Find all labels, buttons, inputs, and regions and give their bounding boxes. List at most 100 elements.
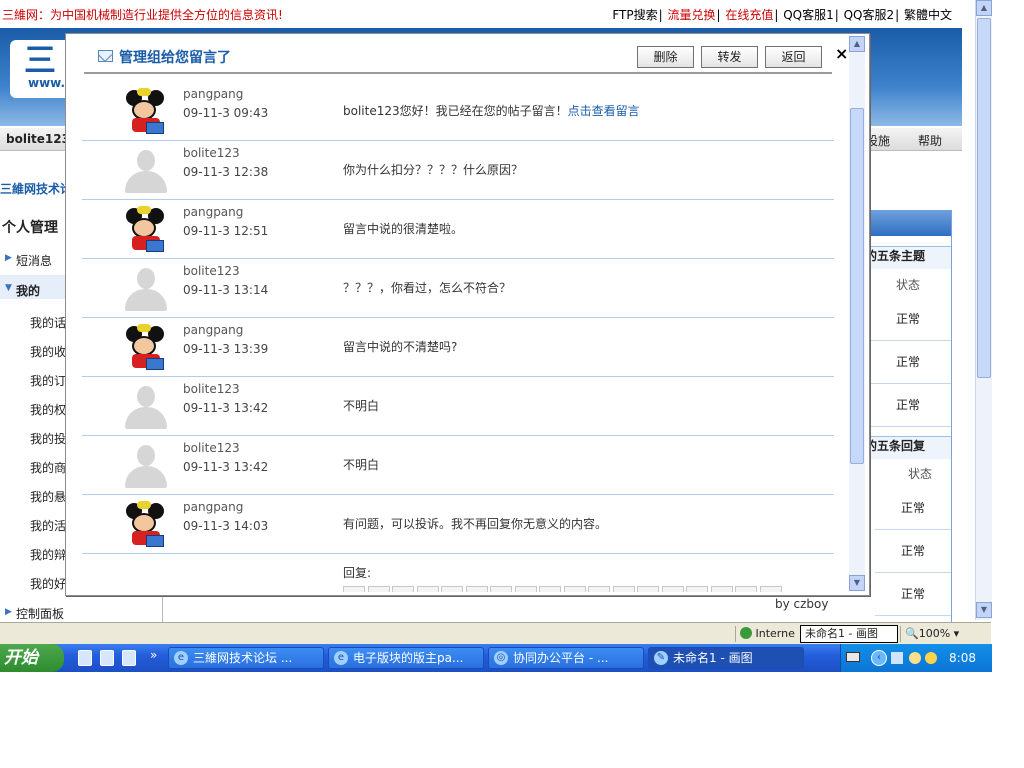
nav-help[interactable]: 帮助 [918, 132, 942, 149]
message-author[interactable]: bolite123 [183, 146, 240, 160]
back-button[interactable]: 返回 [765, 46, 822, 68]
editor-tool-button[interactable] [735, 586, 757, 592]
clock[interactable]: 8:08 [949, 651, 976, 665]
sidebar-item-messages[interactable]: 短消息 [16, 252, 52, 269]
task-window-office[interactable]: ◎ 协同办公平台 - ... [488, 647, 644, 669]
zoom-level[interactable]: 🔍100% ▾ [900, 626, 973, 642]
sidebar-subitem[interactable]: 我的话 [30, 314, 66, 331]
delete-button[interactable]: 删除 [637, 46, 694, 68]
editor-tool-button[interactable] [759, 586, 782, 592]
editor-tool-button[interactable] [392, 586, 414, 592]
message-author[interactable]: pangpang [183, 87, 243, 101]
task-window-paint[interactable]: ✎ 未命名1 - 画图 [648, 647, 804, 669]
editor-tool-button[interactable] [367, 586, 390, 592]
editor-tool-button[interactable] [710, 586, 733, 592]
network-icon[interactable] [891, 652, 903, 664]
message-author[interactable]: bolite123 [183, 382, 240, 396]
message-list: pangpang 09-11-3 09:43 bolite123您好！我已经在您的帖… [82, 82, 834, 592]
scroll-up-icon[interactable]: ▲ [976, 0, 992, 16]
message-time: 09-11-3 12:51 [183, 224, 269, 238]
sidebar-subitem[interactable]: 我的权 [30, 401, 66, 418]
dialog-title: 管理组给您留言了 [119, 50, 231, 66]
tray-expand-icon[interactable]: ‹ [871, 650, 887, 666]
quicklaunch-icon[interactable] [78, 650, 92, 666]
scroll-up-icon[interactable]: ▲ [849, 36, 865, 52]
quicklaunch-icon[interactable] [100, 650, 114, 666]
breadcrumb[interactable]: 三維网技术论 [0, 180, 72, 197]
sidebar-subitem[interactable]: 我的辩 [30, 546, 66, 563]
sidebar-subitem[interactable]: 我的商 [30, 459, 66, 476]
sidebar-subitem[interactable]: 我的好 [30, 575, 66, 592]
message-content: bolite123您好！我已经在您的帖子留言！点击查看留言 [343, 102, 640, 119]
user-avatar-icon [122, 265, 170, 313]
site-logo[interactable]: 三 www. [10, 40, 70, 98]
message-time: 09-11-3 13:42 [183, 401, 269, 415]
message-author[interactable]: pangpang [183, 205, 243, 219]
forward-button[interactable]: 转发 [701, 46, 758, 68]
sidebar-subitem[interactable]: 我的收 [30, 343, 66, 360]
message-content: 你为什么扣分？？？？什么原因？ [343, 161, 523, 178]
sidebar-item-mine[interactable]: 我的 [16, 282, 40, 299]
dialog-scroll-thumb[interactable] [850, 108, 864, 464]
sidebar-subitem[interactable]: 我的活 [30, 517, 66, 534]
link-qq1[interactable]: QQ客服1 [783, 8, 834, 22]
editor-tool-button[interactable] [514, 586, 537, 592]
message-dialog: 管理组给您留言了 删除 转发 返回 × pangpang 09-11-3 09:4… [65, 33, 870, 596]
editor-tool-button[interactable] [465, 586, 488, 592]
link-traditional[interactable]: 繁體中文 [904, 8, 952, 22]
editor-tool-button[interactable] [343, 586, 365, 592]
messenger-icon[interactable] [909, 652, 921, 664]
editor-tool-button[interactable] [441, 586, 463, 592]
page-scroll-thumb[interactable] [977, 18, 991, 378]
editor-tool-button[interactable] [661, 586, 684, 592]
editor-tool-button[interactable] [490, 586, 512, 592]
status-header: 状态 [895, 278, 920, 292]
editor-tool-button[interactable] [416, 586, 439, 592]
sidebar-subitem[interactable]: 我的订 [30, 372, 66, 389]
logo-url: www. [28, 76, 66, 90]
page-scrollbar[interactable]: ▲ ▼ [975, 0, 992, 620]
sidebar-subitem[interactable]: 我的投 [30, 430, 66, 447]
expand-arrow-icon: ▼ [5, 283, 12, 293]
task-window-moderator[interactable]: e 电子版块的版主pa... [328, 647, 484, 669]
editor-tool-button[interactable] [563, 586, 586, 592]
link-recharge[interactable]: 在线充值 [725, 8, 773, 22]
scroll-down-icon[interactable]: ▼ [849, 575, 865, 591]
quicklaunch-icon[interactable] [122, 650, 136, 666]
globe-icon [740, 627, 752, 639]
editor-tool-button[interactable] [637, 586, 659, 592]
link-ftp-search[interactable]: FTP搜索 [612, 8, 657, 22]
task-window-forum[interactable]: e 三維网技术论坛 ... [168, 647, 324, 669]
user-avatar-icon [122, 383, 170, 431]
link-traffic[interactable]: 流量兑换 [667, 8, 715, 22]
message-row: pangpang 09-11-3 12:51 留言中说的很清楚啦。 [82, 200, 834, 259]
sidebar-subitem[interactable]: 我的悬 [30, 488, 66, 505]
editor-tool-button[interactable] [539, 586, 561, 592]
sidebar-item-control-panel[interactable]: 控制面板 [16, 605, 64, 622]
message-time: 09-11-3 12:38 [183, 165, 269, 179]
message-time: 09-11-3 13:14 [183, 283, 269, 297]
message-row: pangpang 09-11-3 14:03 有问题，可以投诉。我不再回复你无意义的… [82, 495, 834, 554]
editor-tool-button[interactable] [588, 586, 610, 592]
message-row: bolite123 09-11-3 13:42 不明白 [82, 377, 834, 436]
close-icon[interactable]: × [835, 44, 848, 63]
message-time: 09-11-3 13:42 [183, 460, 269, 474]
link-qq2[interactable]: QQ客服2 [844, 8, 895, 22]
message-author[interactable]: bolite123 [183, 264, 240, 278]
scroll-down-icon[interactable]: ▼ [976, 602, 992, 618]
editor-tool-button[interactable] [612, 586, 635, 592]
sun-icon[interactable] [925, 652, 937, 664]
current-user[interactable]: bolite123 [6, 132, 70, 146]
start-button[interactable]: 开始 [0, 644, 64, 672]
message-author[interactable]: pangpang [183, 323, 243, 337]
message-author[interactable]: bolite123 [183, 441, 240, 455]
view-comment-link[interactable]: 点击查看留言 [568, 104, 640, 118]
keyboard-icon[interactable] [846, 652, 860, 662]
editor-tool-button[interactable] [686, 586, 708, 592]
chevron-icon[interactable]: » [150, 648, 157, 662]
mouse-avatar-icon [122, 206, 170, 254]
message-content: 留言中说的不清楚吗? [343, 338, 457, 355]
message-author[interactable]: pangpang [183, 500, 243, 514]
message-content: 有问题，可以投诉。我不再回复你无意义的内容。 [343, 515, 607, 532]
dialog-scrollbar[interactable]: ▲ ▼ [849, 36, 865, 591]
